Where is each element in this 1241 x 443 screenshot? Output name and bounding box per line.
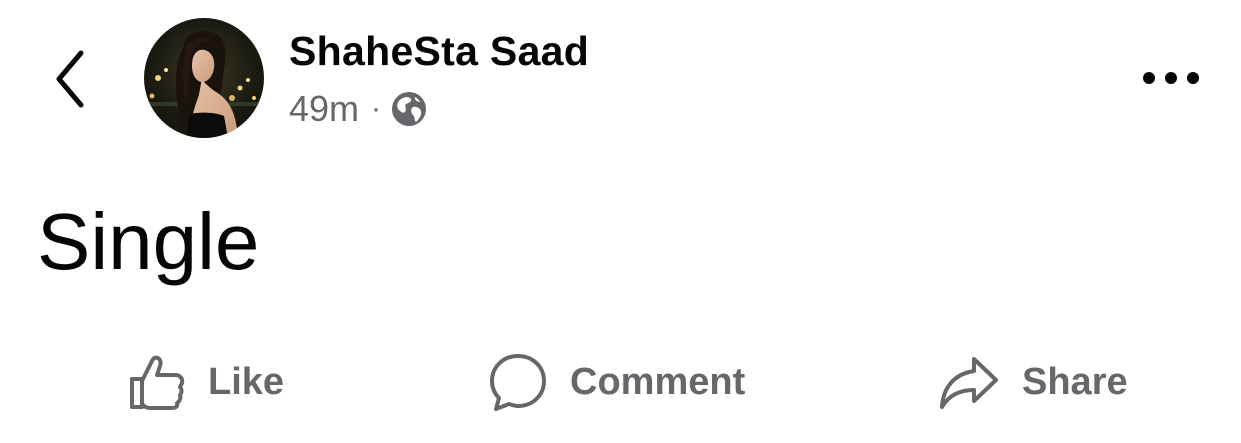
more-options-button[interactable] — [1138, 56, 1204, 100]
post-timestamp[interactable]: 49m — [289, 88, 359, 130]
share-arrow-icon — [940, 357, 998, 409]
chevron-left-icon — [56, 50, 84, 108]
thumbs-up-icon — [130, 355, 185, 410]
like-label: Like — [208, 360, 285, 403]
author-name[interactable]: ShaheSta Saad — [289, 28, 589, 75]
comment-button[interactable]: Comment — [488, 344, 745, 420]
avatar-image — [144, 18, 264, 138]
globe-icon — [392, 92, 427, 126]
meta-separator: · — [371, 92, 382, 125]
like-button[interactable]: Like — [128, 344, 284, 420]
share-button[interactable]: Share — [938, 344, 1128, 420]
comment-bubble-icon — [490, 354, 546, 411]
author-avatar[interactable] — [144, 18, 264, 138]
post-card: ShaheSta Saad 49m · Single Like Comment — [0, 0, 1241, 443]
ellipsis-icon — [1143, 72, 1199, 84]
post-meta: 49m · — [289, 88, 427, 130]
share-label: Share — [1022, 360, 1128, 403]
post-body-text: Single — [37, 197, 260, 286]
back-button[interactable] — [46, 46, 96, 112]
comment-label: Comment — [570, 360, 746, 403]
